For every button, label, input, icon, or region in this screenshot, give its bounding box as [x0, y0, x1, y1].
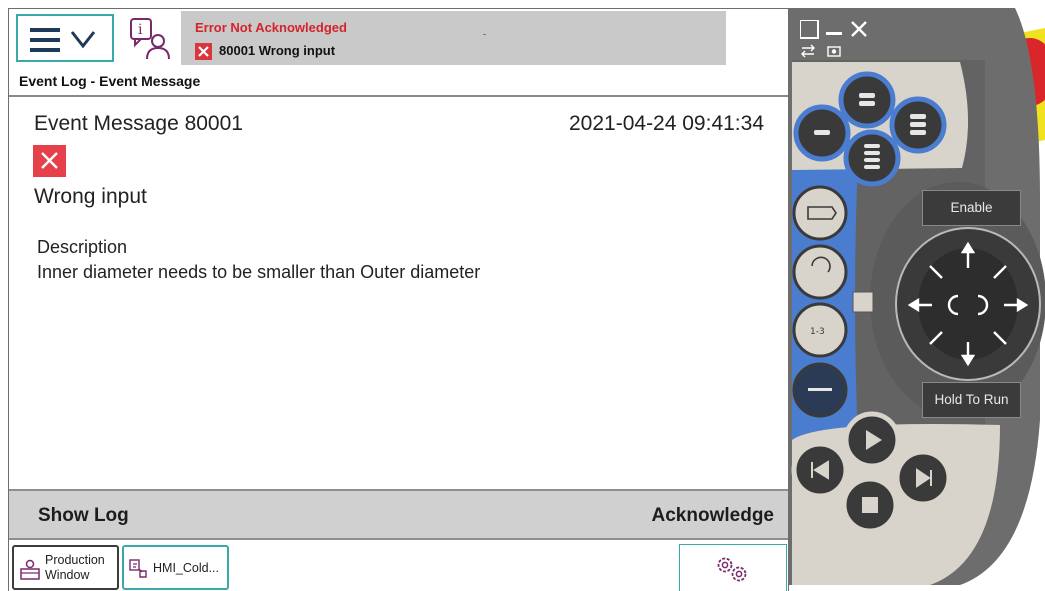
error-x-icon: [33, 145, 66, 177]
svg-text:i: i: [138, 22, 143, 38]
status-message: 80001 Wrong input: [219, 43, 336, 58]
event-datetime: 2021-04-24 09:41:34: [569, 112, 764, 135]
event-subject: Wrong input: [34, 185, 147, 208]
status-divider: [483, 34, 486, 35]
enable-button[interactable]: Enable: [922, 190, 1021, 226]
breadcrumb: Event Log - Event Message: [19, 73, 201, 89]
hamburger-chevron-icon: [30, 28, 96, 52]
status-bar[interactable]: Error Not Acknowledged 80001 Wrong input: [181, 11, 726, 65]
task-hmi[interactable]: HMI_Cold...: [122, 545, 229, 590]
close-icon[interactable]: [851, 21, 867, 37]
flexpendant-body: 1-3: [789, 8, 1045, 585]
quickset-button[interactable]: [679, 544, 787, 591]
show-log-button[interactable]: Show Log: [38, 505, 129, 527]
minimize-icon[interactable]: [826, 32, 842, 35]
select-mechanical-unit-button[interactable]: [792, 185, 848, 241]
event-info-icon[interactable]: i: [127, 17, 173, 61]
window-controls: [800, 20, 867, 58]
command-bar: Show Log Acknowledge: [9, 489, 788, 540]
increment-icon: 1-3: [810, 327, 825, 337]
taskbar: Production Window HMI_Cold...: [9, 542, 788, 591]
preset-button-2[interactable]: [838, 71, 896, 129]
error-x-icon: [195, 43, 212, 60]
production-window-icon: [20, 559, 40, 580]
hold-to-run-button[interactable]: Hold To Run: [922, 382, 1021, 418]
acknowledge-button[interactable]: Acknowledge: [652, 505, 774, 527]
stop-icon: [862, 497, 878, 513]
production-window-label: Production Window: [45, 553, 105, 582]
main-menu-button[interactable]: [16, 14, 114, 62]
toggle-motion-mode-button[interactable]: [792, 244, 848, 300]
hmi-task-label: HMI_Cold...: [153, 561, 219, 575]
event-message-panel: Event Message 80001 2021-04-24 09:41:34 …: [9, 99, 788, 491]
maximize-icon[interactable]: [800, 20, 819, 39]
swap-icon[interactable]: [801, 44, 815, 58]
hmi-app-icon: [129, 559, 147, 578]
description-text: Inner diameter needs to be smaller than …: [37, 262, 481, 282]
dash-icon: [808, 388, 832, 391]
top-bar: i Error Not Acknowledged 80001 Wrong inp…: [9, 9, 788, 69]
status-title: Error Not Acknowledged: [195, 20, 347, 35]
divider: [9, 95, 788, 97]
task-production-window[interactable]: Production Window: [12, 545, 119, 590]
pendant-screen: i Error Not Acknowledged 80001 Wrong inp…: [8, 8, 789, 591]
lock-toggle-button[interactable]: [852, 291, 874, 313]
gears-icon: [717, 557, 747, 582]
description-label: Description: [37, 237, 128, 257]
event-title: Event Message 80001: [34, 112, 243, 135]
